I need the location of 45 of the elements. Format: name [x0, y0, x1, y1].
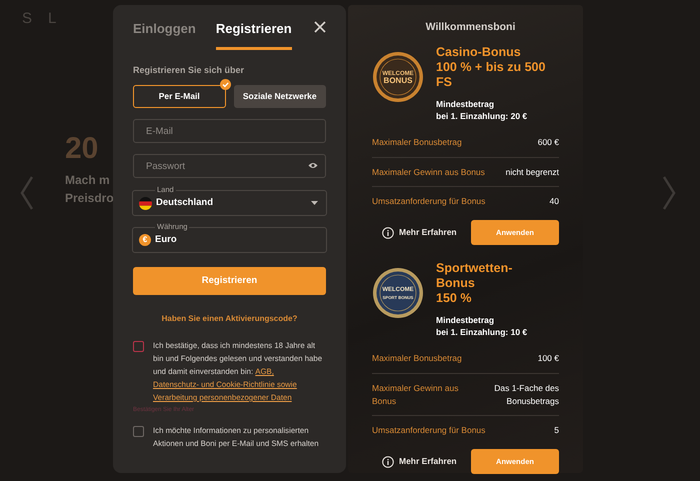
check-icon — [220, 79, 230, 90]
activation-link[interactable]: Haben Sie einen Aktivierungscode? — [162, 314, 298, 323]
field-value: Deutschland — [156, 196, 214, 210]
row-value: 600 € — [538, 136, 559, 148]
checkbox[interactable] — [133, 341, 144, 352]
eye-icon[interactable] — [308, 162, 318, 169]
row-label: Maximaler Bonusbetrag — [372, 352, 462, 365]
row-label: Umsatzanforderung für Bonus — [372, 195, 486, 208]
close-icon[interactable] — [314, 21, 326, 33]
medal-drawing — [373, 52, 423, 102]
method-option[interactable]: Soziale Netzwerke — [234, 85, 326, 108]
currency-icon: € — [139, 234, 151, 246]
section-label: Registrieren Sie sich über — [133, 64, 246, 77]
row-value: Das 1-Fache des Bonusbetrags — [493, 382, 559, 408]
input-field[interactable]: E-Mail — [133, 119, 326, 143]
bonus-title: Sportwetten- Bonus 150 % — [436, 261, 514, 306]
row-label: Umsatzanforderung für Bonus — [372, 424, 486, 437]
tab[interactable]: Einloggen — [133, 19, 196, 50]
min-deposit-text: Mindestbetrag bei 1. Einzahlung: 20 € — [436, 98, 528, 122]
method-option[interactable]: Per E-Mail — [133, 85, 226, 108]
row-value: 40 — [550, 195, 559, 208]
medal-text: BONUS — [384, 76, 412, 85]
info-icon — [382, 456, 394, 468]
hero-text: Mach m — [65, 172, 110, 188]
bonus-title: Casino-Bonus 100 % + bis zu 500 FS — [436, 44, 546, 90]
row-value: 100 € — [538, 352, 559, 365]
input-field[interactable]: Passwort — [133, 154, 326, 178]
more-info-link[interactable]: Mehr Erfahren — [372, 455, 457, 468]
tab[interactable]: Registrieren — [216, 19, 292, 50]
row-value: 5 — [554, 424, 559, 437]
flag-icon — [139, 196, 152, 210]
row-label: Maximaler Bonusbetrag — [372, 136, 462, 148]
info-icon — [382, 226, 394, 238]
medal-drawing — [373, 268, 423, 318]
more-info-link[interactable]: Mehr Erfahren — [372, 226, 457, 239]
panel-title: Willkommensboni — [424, 20, 516, 35]
caret-icon — [311, 201, 318, 205]
row-label: Maximaler Gewinn aus Bonus — [372, 382, 460, 408]
hero-text: Preisdro — [65, 190, 114, 206]
min-deposit-text: Mindestbetrag bei 1. Einzahlung: 10 € — [436, 314, 528, 338]
hero-number: 20 — [65, 130, 98, 166]
field-value: Euro — [155, 232, 178, 247]
row-value: nicht begrenzt — [506, 166, 559, 178]
checkbox[interactable] — [133, 426, 144, 437]
row-label: Maximaler Gewinn aus Bonus — [372, 166, 485, 178]
